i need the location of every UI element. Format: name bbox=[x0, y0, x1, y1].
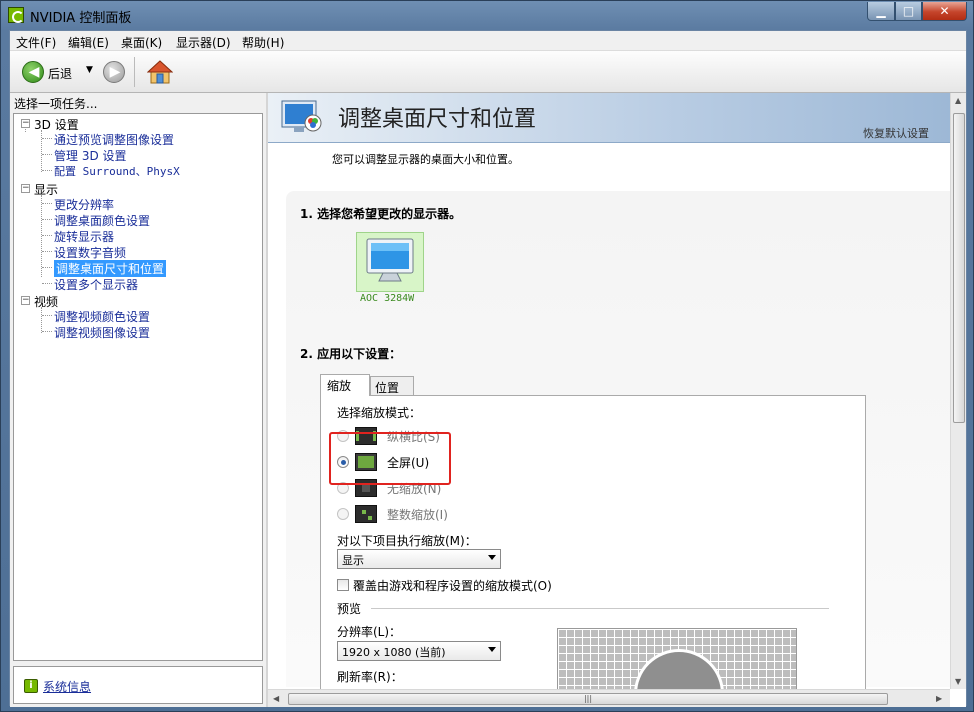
system-info-panel: i 系统信息 bbox=[13, 666, 263, 704]
resolution-label: 分辨率(L)： bbox=[337, 625, 402, 639]
window-title: NVIDIA 控制面板 bbox=[30, 11, 132, 26]
perform-scaling-on-select[interactable]: 显示 bbox=[337, 549, 501, 569]
scale-mode-label: 选择缩放模式： bbox=[337, 406, 422, 420]
collapse-display-icon[interactable]: − bbox=[21, 184, 30, 193]
monitor-selector-aoc[interactable] bbox=[356, 232, 424, 292]
restore-defaults-link[interactable]: 恢复默认设置 bbox=[863, 125, 929, 141]
menu-bar: 文件(F) 编辑(E) 桌面(K) 显示器(D) 帮助(H) bbox=[10, 31, 966, 51]
vertical-scroll-thumb[interactable] bbox=[953, 113, 965, 423]
tree-item-surround-physx[interactable]: 配置 Surround、PhysX bbox=[54, 163, 180, 179]
scroll-up-icon[interactable]: ▲ bbox=[955, 96, 961, 105]
tab-scaling[interactable]: 缩放 bbox=[320, 374, 370, 396]
preview-label: 预览 bbox=[337, 602, 362, 616]
refresh-rate-label: 刷新率(R)： bbox=[337, 670, 403, 684]
info-icon: i bbox=[24, 679, 38, 693]
display-settings-icon bbox=[281, 100, 322, 132]
horizontal-scroll-thumb[interactable]: ||| bbox=[288, 693, 888, 705]
tab-position[interactable]: 位置 bbox=[370, 376, 414, 396]
minimize-button[interactable]: ▁ bbox=[867, 2, 895, 21]
preview-divider bbox=[371, 608, 829, 609]
step2-heading: 2. 应用以下设置： bbox=[300, 347, 402, 361]
main-pane: 调整桌面尺寸和位置 恢复默认设置 您可以调整显示器的桌面大小和位置。 1. 选择… bbox=[268, 93, 966, 707]
toolbar-separator bbox=[134, 57, 135, 87]
nvidia-logo-icon bbox=[8, 7, 24, 23]
resolution-select[interactable]: 1920 x 1080 (当前) bbox=[337, 641, 501, 661]
collapse-3d-icon[interactable]: − bbox=[21, 119, 30, 128]
task-tree: − 3D 设置 通过预览调整图像设置 管理 3D 设置 配置 Surround、… bbox=[13, 113, 263, 661]
resolution-value: 1920 x 1080 (当前) bbox=[342, 646, 446, 659]
task-pane: 选择一项任务... − 3D 设置 通过预览调整图像设置 管理 3D 设置 配置… bbox=[10, 93, 266, 707]
override-scaling-label: 覆盖由游戏和程序设置的缩放模式(O) bbox=[353, 579, 552, 593]
scroll-right-icon[interactable]: ▶ bbox=[936, 694, 942, 703]
system-info-link[interactable]: 系统信息 bbox=[43, 678, 91, 695]
page-title: 调整桌面尺寸和位置 bbox=[338, 107, 537, 132]
monitor-name: AOC 3284W bbox=[360, 293, 415, 304]
radio-integer-scaling[interactable] bbox=[337, 508, 349, 520]
menu-help[interactable]: 帮助(H) bbox=[242, 34, 284, 51]
task-pane-header: 选择一项任务... bbox=[14, 97, 98, 111]
client-area: 文件(F) 编辑(E) 桌面(K) 显示器(D) 帮助(H) ◀ 后退 ▼ ▶ … bbox=[9, 30, 967, 707]
tree-item-rotate-display[interactable]: 旋转显示器 bbox=[54, 228, 114, 245]
menu-desktop[interactable]: 桌面(K) bbox=[121, 34, 162, 51]
chevron-down-icon bbox=[488, 555, 496, 560]
perform-on-label: 对以下项目执行缩放(M)： bbox=[337, 534, 477, 548]
page-banner: 调整桌面尺寸和位置 恢复默认设置 bbox=[268, 93, 950, 143]
title-bar[interactable]: NVIDIA 控制面板 ▁ □ ✕ bbox=[1, 1, 973, 29]
menu-file[interactable]: 文件(F) bbox=[16, 34, 56, 51]
tree-item-multiple-displays[interactable]: 设置多个显示器 bbox=[54, 276, 138, 293]
vertical-scrollbar[interactable]: ▲ ▼ bbox=[950, 93, 966, 689]
tree-item-preview-image[interactable]: 通过预览调整图像设置 bbox=[54, 131, 174, 148]
scaling-preview bbox=[557, 628, 797, 698]
back-arrow-icon[interactable]: ◀ bbox=[22, 61, 44, 83]
tree-item-digital-audio[interactable]: 设置数字音频 bbox=[54, 244, 126, 261]
nvidia-control-panel-window: NVIDIA 控制面板 ▁ □ ✕ 文件(F) 编辑(E) 桌面(K) 显示器(… bbox=[0, 0, 974, 712]
chevron-down-icon bbox=[488, 647, 496, 652]
back-button-label[interactable]: 后退 bbox=[48, 65, 72, 82]
tree-item-video-color[interactable]: 调整视频颜色设置 bbox=[54, 308, 150, 325]
horizontal-scrollbar[interactable]: ◀ ||| ▶ bbox=[268, 689, 950, 707]
override-scaling-checkbox[interactable] bbox=[337, 579, 349, 591]
tree-item-video-image[interactable]: 调整视频图像设置 bbox=[54, 324, 150, 341]
home-icon[interactable] bbox=[147, 59, 173, 85]
tree-item-change-resolution[interactable]: 更改分辨率 bbox=[54, 196, 114, 213]
page-description: 您可以调整显示器的桌面大小和位置。 bbox=[332, 153, 519, 166]
collapse-video-icon[interactable]: − bbox=[21, 296, 30, 305]
toolbar: ◀ 后退 ▼ ▶ bbox=[10, 51, 966, 93]
integer-scaling-mode-icon bbox=[355, 505, 377, 523]
menu-display[interactable]: 显示器(D) bbox=[176, 34, 231, 51]
step1-heading: 1. 选择您希望更改的显示器。 bbox=[300, 207, 462, 221]
annotation-highlight-box bbox=[329, 432, 451, 485]
integer-scaling-label: 整数缩放(I) bbox=[387, 508, 448, 522]
tree-item-desktop-size-position[interactable]: 调整桌面尺寸和位置 bbox=[54, 260, 167, 277]
menu-edit[interactable]: 编辑(E) bbox=[68, 34, 109, 51]
tree-item-manage-3d[interactable]: 管理 3D 设置 bbox=[54, 147, 127, 164]
forward-arrow-icon[interactable]: ▶ bbox=[103, 61, 125, 83]
maximize-button[interactable]: □ bbox=[895, 2, 922, 21]
perform-scaling-on-value: 显示 bbox=[342, 554, 364, 567]
back-history-dropdown-icon[interactable]: ▼ bbox=[86, 65, 93, 75]
scroll-down-icon[interactable]: ▼ bbox=[955, 677, 961, 686]
close-button[interactable]: ✕ bbox=[922, 2, 967, 21]
scroll-left-icon[interactable]: ◀ bbox=[273, 694, 279, 703]
monitor-icon bbox=[366, 238, 414, 282]
tree-item-desktop-color[interactable]: 调整桌面颜色设置 bbox=[54, 212, 150, 229]
